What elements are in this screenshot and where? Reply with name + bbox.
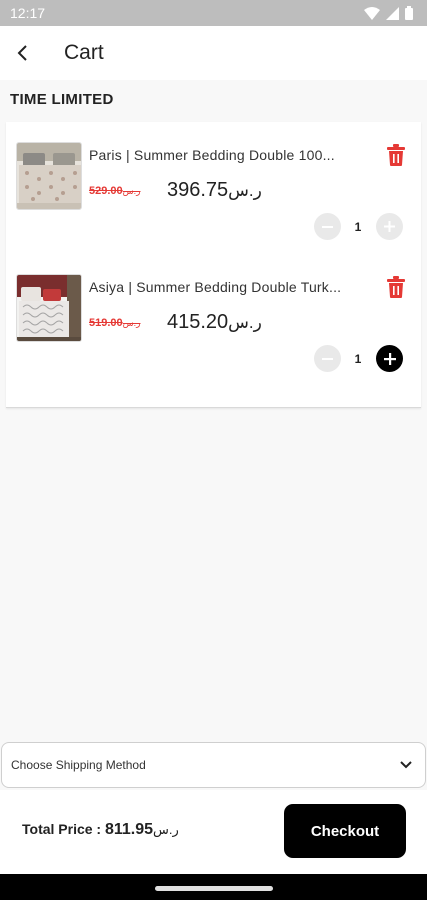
currency-label: ر.س (122, 186, 141, 196)
original-price-value: 519.00 (89, 317, 123, 329)
sale-price: 415.20ر.س (167, 311, 262, 334)
battery-icon (405, 6, 413, 20)
minus-icon (322, 357, 333, 360)
increase-quantity-button[interactable] (376, 213, 403, 240)
system-nav-bar (0, 874, 427, 900)
trash-icon (387, 144, 405, 166)
trash-icon (387, 276, 405, 298)
app-bar: Cart (0, 26, 427, 80)
cart-list: Paris | Summer Bedding Double 100... 529… (6, 122, 421, 408)
product-name[interactable]: Paris | Summer Bedding Double 100... (89, 147, 369, 163)
cart-item: Paris | Summer Bedding Double 100... 529… (6, 122, 421, 254)
shipping-method-placeholder: Choose Shipping Method (11, 758, 146, 772)
currency-label: ر.س (153, 822, 179, 837)
original-price: 519.00ر.س (89, 317, 141, 329)
checkout-button[interactable]: Checkout (284, 804, 406, 858)
bedding-photo-icon (17, 143, 81, 209)
quantity-value: 1 (354, 352, 362, 366)
increase-quantity-button[interactable] (376, 345, 403, 372)
shipping-method-select[interactable]: Choose Shipping Method (1, 742, 426, 788)
currency-label: ر.س (228, 181, 262, 200)
currency-label: ر.س (228, 313, 262, 332)
total-price: Total Price : 811.95ر.س (22, 821, 179, 839)
total-amount: 811.95 (104, 821, 154, 838)
delete-button[interactable] (386, 276, 408, 300)
section-title: TIME LIMITED (10, 91, 114, 108)
back-button[interactable] (8, 38, 38, 68)
home-indicator[interactable] (155, 886, 273, 891)
product-image[interactable] (16, 142, 82, 210)
plus-icon (384, 221, 395, 232)
back-arrow-icon (17, 45, 27, 61)
page-title: Cart (64, 41, 104, 64)
status-icons (364, 6, 413, 20)
sale-price-value: 396.75 (167, 179, 229, 201)
product-name[interactable]: Asiya | Summer Bedding Double Turk... (89, 279, 369, 295)
currency-label: ر.س (122, 318, 141, 328)
product-image[interactable] (16, 274, 82, 342)
sale-price-value: 415.20 (167, 311, 229, 333)
cart-item: Asiya | Summer Bedding Double Turk... 51… (6, 254, 421, 386)
sale-price: 396.75ر.س (167, 179, 262, 202)
decrease-quantity-button[interactable] (314, 213, 341, 240)
checkout-bar: Total Price : 811.95ر.س Checkout (0, 790, 427, 874)
original-price: 529.00ر.س (89, 185, 141, 197)
original-price-value: 529.00 (89, 185, 123, 197)
status-time: 12:17 (10, 5, 46, 21)
delete-button[interactable] (386, 144, 408, 168)
chevron-down-icon (400, 761, 412, 769)
quantity-value: 1 (354, 220, 362, 234)
total-label: Total Price : (22, 821, 105, 837)
bedding-photo-icon (17, 275, 81, 341)
minus-icon (322, 225, 333, 228)
plus-icon (383, 352, 396, 365)
signal-icon (386, 6, 399, 20)
wifi-icon (364, 6, 380, 20)
decrease-quantity-button[interactable] (314, 345, 341, 372)
status-bar: 12:17 (0, 0, 427, 26)
